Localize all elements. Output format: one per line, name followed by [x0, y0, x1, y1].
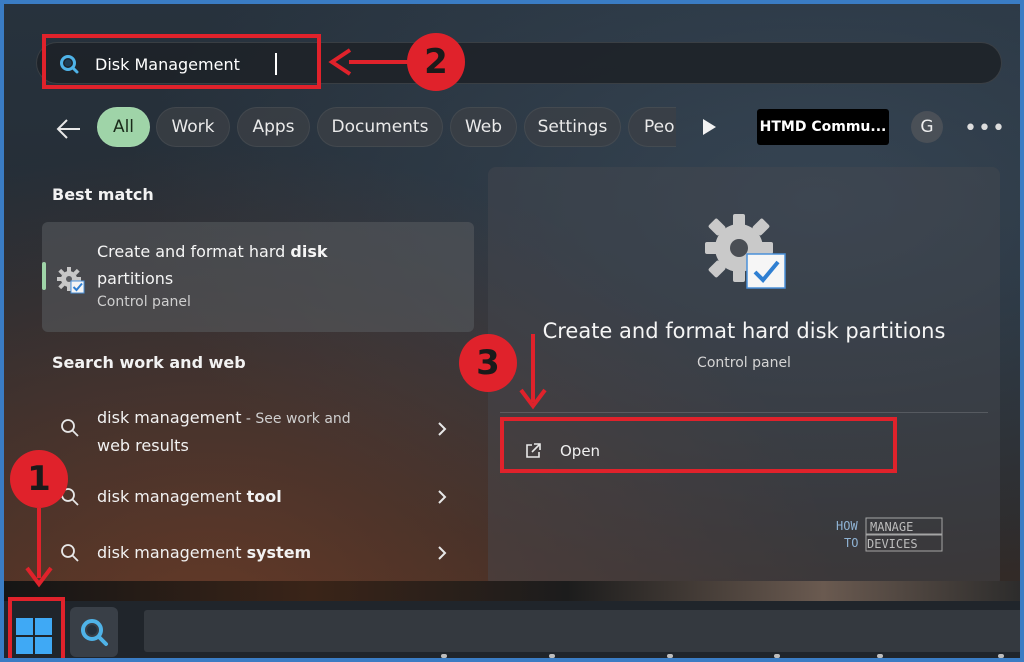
- screenshot-frame: All Work Apps Documents Web Settings Peo…: [0, 0, 1024, 662]
- search-icon: [61, 419, 79, 437]
- gear-icon: [705, 214, 786, 289]
- play-icon[interactable]: [701, 118, 717, 136]
- annotation-arrow-line: [349, 60, 409, 64]
- filter-chip-apps[interactable]: Apps: [237, 107, 310, 147]
- search-work-web-heading: Search work and web: [52, 353, 246, 372]
- taskbar-indicator: [877, 654, 883, 658]
- web-result-disk-management[interactable]: disk management - See work and web resul…: [42, 404, 474, 460]
- annotation-number-3: 3: [459, 334, 517, 392]
- annotation-number-2: 2: [407, 33, 465, 91]
- best-match-title: Create and format hard disk partitions: [97, 242, 328, 288]
- best-match-subtitle: Control panel: [97, 294, 191, 310]
- web-result-label: disk management tool: [97, 487, 282, 506]
- annotation-box-start: [8, 597, 65, 658]
- filter-chip-web[interactable]: Web: [450, 107, 517, 147]
- annotation-box-open: [500, 417, 897, 473]
- filter-chip-people-clip[interactable]: Peo: [628, 107, 676, 147]
- preview-title: Create and format hard disk partitions: [542, 319, 946, 343]
- web-result-label-line2: web results: [97, 436, 189, 455]
- annotation-arrowhead: [25, 566, 53, 588]
- filter-chip-work[interactable]: Work: [156, 107, 230, 147]
- desktop-wallpaper-strip: [4, 581, 1020, 601]
- svg-text:DEVICES: DEVICES: [867, 537, 918, 551]
- chevron-right-icon: [438, 546, 447, 560]
- divider: [500, 412, 988, 413]
- annotation-arrowhead: [328, 48, 352, 76]
- taskbar-search-button[interactable]: [70, 607, 118, 657]
- annotation-box-search: [42, 34, 321, 89]
- filter-chip-documents[interactable]: Documents: [317, 107, 443, 147]
- svg-text:HOW: HOW: [836, 519, 858, 533]
- chevron-right-icon: [438, 422, 447, 436]
- taskbar-indicator: [774, 654, 780, 658]
- chevron-right-icon: [438, 490, 447, 504]
- web-result-disk-management-system[interactable]: disk management system: [42, 534, 474, 574]
- taskbar-indicator: [441, 654, 447, 658]
- filter-chip-all[interactable]: All: [97, 107, 150, 147]
- how-to-manage-devices-logo: HOW TO MANAGE DEVICES: [836, 517, 943, 552]
- taskbar-indicator: [549, 654, 555, 658]
- web-result-label: disk management - See work and: [97, 408, 351, 427]
- web-result-label: disk management system: [97, 543, 312, 562]
- community-chip[interactable]: HTMD Commu...: [757, 109, 889, 145]
- taskbar-indicator: [667, 654, 673, 658]
- selection-accent: [42, 262, 46, 290]
- avatar[interactable]: G: [911, 111, 943, 143]
- best-match-card[interactable]: Create and format hard disk partitions C…: [42, 222, 474, 332]
- taskbar-search-field[interactable]: [144, 610, 1020, 652]
- svg-text:TO: TO: [844, 536, 858, 550]
- annotation-arrowhead: [519, 388, 547, 410]
- best-match-heading: Best match: [52, 185, 154, 204]
- taskbar-indicator: [998, 654, 1004, 658]
- more-options-button[interactable]: •••: [964, 116, 1006, 141]
- web-result-disk-management-tool[interactable]: disk management tool: [42, 478, 474, 518]
- filter-chip-people[interactable]: Peo: [628, 107, 676, 147]
- back-arrow-icon[interactable]: [54, 114, 84, 144]
- annotation-number-1: 1: [10, 450, 68, 508]
- search-icon: [81, 619, 108, 646]
- gear-icon: [57, 267, 85, 294]
- filter-chip-settings[interactable]: Settings: [524, 107, 621, 147]
- preview-subtitle: Control panel: [697, 355, 791, 371]
- search-icon: [61, 544, 79, 562]
- svg-text:MANAGE: MANAGE: [870, 520, 913, 534]
